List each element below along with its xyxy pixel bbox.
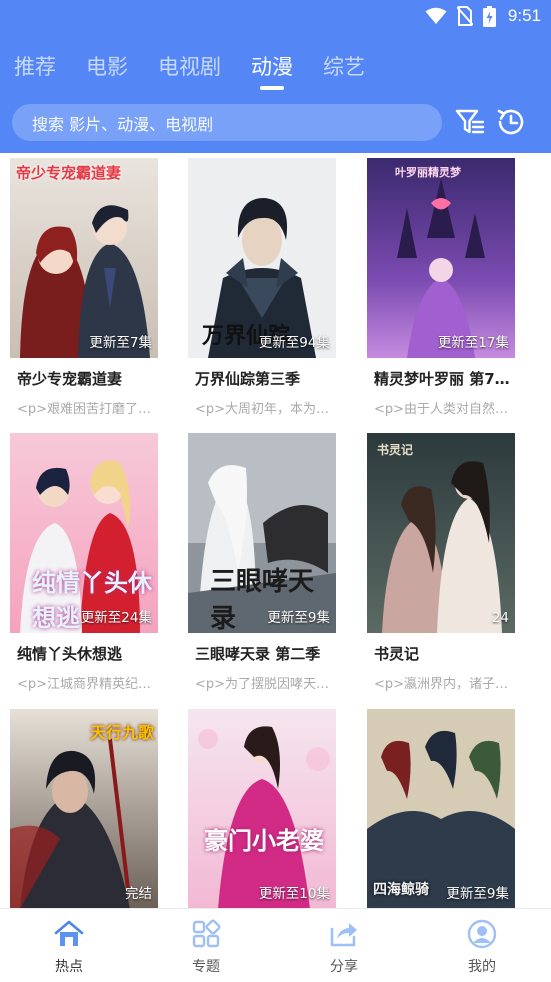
search-placeholder: 搜索 影片、动漫、电视剧 xyxy=(32,114,214,134)
poster-image: 书灵记 24 xyxy=(367,433,515,633)
user-icon xyxy=(467,919,497,949)
poster-logo: 书灵记 xyxy=(377,443,414,457)
tab-movies[interactable]: 电影 xyxy=(86,52,128,82)
share-icon xyxy=(330,923,357,947)
nav-item-share[interactable]: 分享 xyxy=(275,909,413,982)
status-bar: 9:51 xyxy=(0,0,551,32)
card-description: <p>大周初年，本为… xyxy=(195,402,330,417)
tab-tv-series[interactable]: 电视剧 xyxy=(158,52,221,82)
bottom-navigation: 热点 专题 分享 我的 xyxy=(0,908,551,982)
anime-card[interactable]: 万界仙踪 更新至94集 万界仙踪第三季 <p>大周初年，本为… xyxy=(188,158,336,417)
nav-label: 分享 xyxy=(330,959,358,975)
app-header: 9:51 推荐 电影 电视剧 动漫 综艺 搜索 影片、动漫、电视剧 xyxy=(0,0,551,153)
nav-label: 我的 xyxy=(468,959,496,975)
poster-image: 三眼哮天录 更新至9集 xyxy=(188,433,336,633)
poster-logo: 帝少专宠霸道妻 xyxy=(16,164,122,182)
card-title: 精灵梦叶罗丽 第7… xyxy=(374,370,510,388)
poster-logo: 四海鲸骑 xyxy=(373,882,429,898)
episode-badge: 完结 xyxy=(125,886,152,902)
episode-badge: 更新至9集 xyxy=(267,610,330,626)
card-title: 书灵记 xyxy=(374,645,420,663)
no-sim-icon xyxy=(456,6,473,26)
card-description: <p>为了摆脱因哮天… xyxy=(195,677,330,692)
category-tabs: 推荐 电影 电视剧 动漫 综艺 xyxy=(14,52,365,82)
tab-variety[interactable]: 综艺 xyxy=(323,52,365,82)
poster-image: 天行九歌 完结 xyxy=(10,709,158,908)
episode-badge: 更新至7集 xyxy=(89,335,152,351)
card-title: 纯情丫头休想逃 xyxy=(17,645,123,663)
grid-icon xyxy=(192,919,221,948)
anime-card[interactable]: 豪门小老婆 更新至10集 xyxy=(188,709,336,908)
status-time: 9:51 xyxy=(507,6,541,25)
poster-logo: 叶罗丽精灵梦 xyxy=(395,166,461,179)
anime-card[interactable]: 三眼哮天录 更新至9集 三眼哮天录 第二季 <p>为了摆脱因哮天… xyxy=(188,433,336,692)
anime-card[interactable]: 帝少专宠霸道妻 更新至7集 帝少专宠霸道妻 <p>艰难困苦打磨了… xyxy=(10,158,158,417)
nav-item-hot[interactable]: 热点 xyxy=(0,909,138,982)
tab-recommend[interactable]: 推荐 xyxy=(14,52,56,82)
card-title: 三眼哮天录 第二季 xyxy=(195,645,321,663)
card-title: 万界仙踪第三季 xyxy=(195,370,301,388)
card-description: <p>艰难困苦打磨了… xyxy=(17,402,152,417)
wifi-icon xyxy=(425,7,447,24)
episode-badge: 24 xyxy=(491,610,509,626)
card-description: <p>江城商界精英纪… xyxy=(17,677,152,692)
nav-label: 专题 xyxy=(192,959,220,975)
tab-anime[interactable]: 动漫 xyxy=(251,52,293,82)
battery-charging-icon xyxy=(482,5,496,27)
nav-item-mine[interactable]: 我的 xyxy=(413,909,551,982)
poster-image: 帝少专宠霸道妻 更新至7集 xyxy=(10,158,158,358)
episode-badge: 更新至17集 xyxy=(437,335,509,351)
poster-image: 豪门小老婆 更新至10集 xyxy=(188,709,336,908)
card-description: <p>瀛洲界内，诸子… xyxy=(374,677,509,692)
episode-badge: 更新至24集 xyxy=(80,610,152,626)
nav-label: 热点 xyxy=(55,959,83,975)
anime-card[interactable]: 天行九歌 完结 xyxy=(10,709,158,908)
anime-grid: 帝少专宠霸道妻 更新至7集 帝少专宠霸道妻 <p>艰难困苦打磨了… 万界仙踪 更… xyxy=(10,158,541,908)
episode-badge: 更新至94集 xyxy=(258,335,330,351)
home-icon xyxy=(54,920,84,946)
anime-card[interactable]: 四海鲸骑 更新至9集 xyxy=(367,709,515,908)
filter-icon[interactable] xyxy=(455,107,485,137)
search-input[interactable]: 搜索 影片、动漫、电视剧 xyxy=(12,104,442,141)
anime-card[interactable]: 叶罗丽精灵梦 更新至17集 精灵梦叶罗丽 第7… <p>由于人类对自然… xyxy=(367,158,515,417)
anime-card[interactable]: 纯情丫头休想逃 更新至24集 纯情丫头休想逃 <p>江城商界精英纪… xyxy=(10,433,158,692)
episode-badge: 更新至9集 xyxy=(446,886,509,902)
anime-card[interactable]: 书灵记 24 书灵记 <p>瀛洲界内，诸子… xyxy=(367,433,515,692)
poster-image: 四海鲸骑 更新至9集 xyxy=(367,709,515,908)
poster-logo: 豪门小老婆 xyxy=(204,827,324,855)
card-title: 帝少专宠霸道妻 xyxy=(17,370,123,388)
history-clock-icon[interactable] xyxy=(495,106,527,138)
episode-badge: 更新至10集 xyxy=(258,886,330,902)
poster-image: 叶罗丽精灵梦 更新至17集 xyxy=(367,158,515,358)
poster-image: 纯情丫头休想逃 更新至24集 xyxy=(10,433,158,633)
poster-image: 万界仙踪 更新至94集 xyxy=(188,158,336,358)
card-description: <p>由于人类对自然… xyxy=(374,402,509,417)
nav-item-topics[interactable]: 专题 xyxy=(137,909,275,982)
poster-logo: 天行九歌 xyxy=(90,723,155,742)
